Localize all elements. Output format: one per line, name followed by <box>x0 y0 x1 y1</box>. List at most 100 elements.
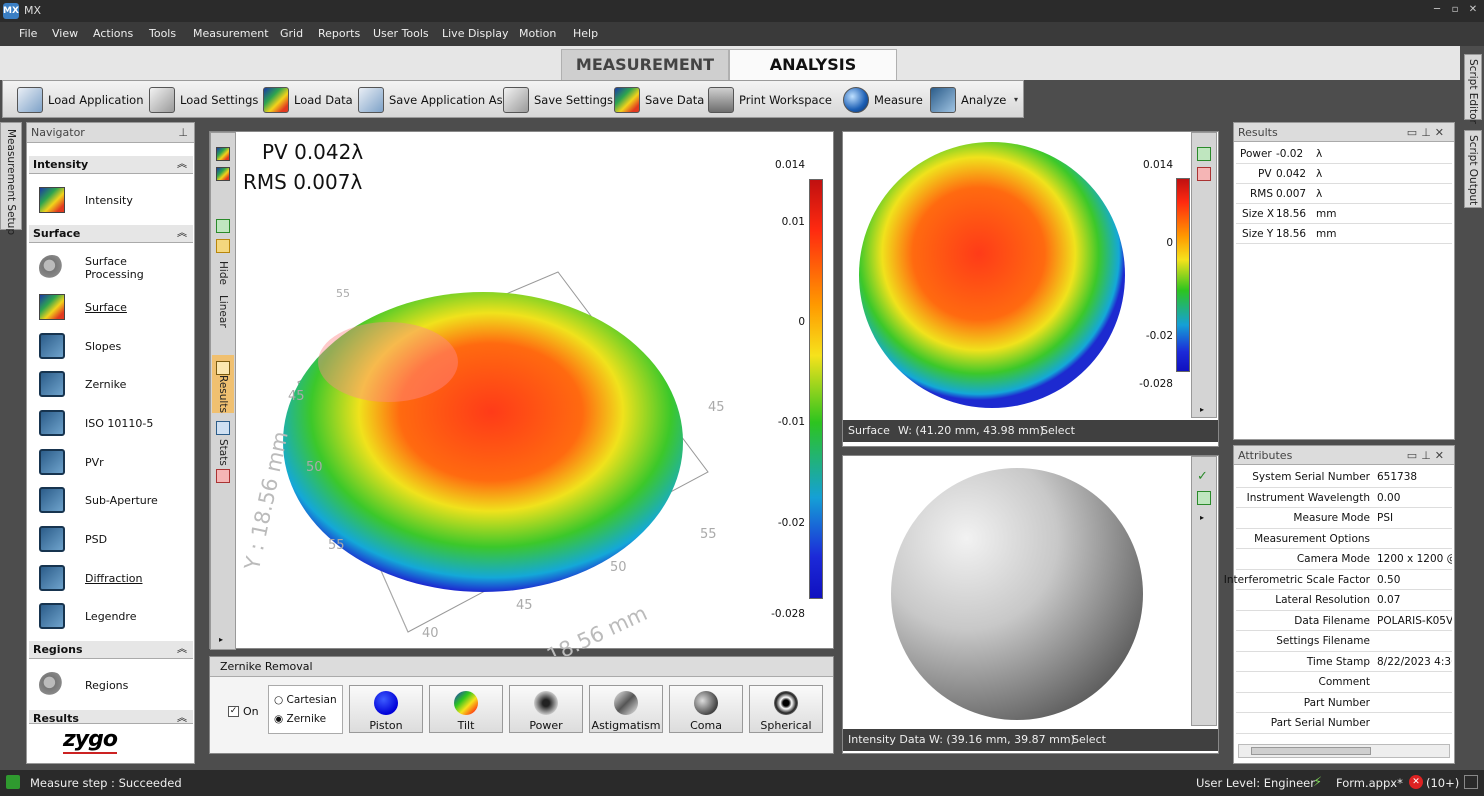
colorbar-tick: 0.01 <box>781 216 805 228</box>
menu-view[interactable]: View <box>52 27 78 40</box>
form-name[interactable]: Form.appx* <box>1336 776 1403 790</box>
y-tick-50: 50 <box>306 460 323 475</box>
script-editor-tab[interactable]: Script Editor <box>1464 54 1482 124</box>
menu-help[interactable]: Help <box>573 27 598 40</box>
save-data-button[interactable]: Save Data <box>614 86 704 114</box>
expand-icon[interactable]: ▸ <box>219 635 223 644</box>
nav-item-intensity[interactable]: Intensity <box>39 184 189 216</box>
nav-item-legendre[interactable]: Legendre <box>39 600 189 632</box>
attribute-row: Instrument Wavelength 0.00 <box>1236 488 1452 508</box>
fit-view-icon[interactable] <box>1197 147 1211 161</box>
linear-tab[interactable]: Linear <box>217 295 229 328</box>
panel-controls-icon[interactable]: ▭⊥✕ <box>1407 123 1448 142</box>
maximize-icon[interactable]: ▫ <box>1448 3 1462 17</box>
intensity-view[interactable]: ✓ ▸ Intensity Data W: (39.16 mm, 39.87 m… <box>842 455 1219 754</box>
nav-item-surface[interactable]: Surface <box>39 291 189 323</box>
collapse-icon[interactable]: ︽ <box>177 156 187 173</box>
menu-measurement[interactable]: Measurement <box>193 27 269 40</box>
menu-grid[interactable]: Grid <box>280 27 303 40</box>
nav-item-pvr[interactable]: PVr <box>39 446 189 478</box>
tilt-button[interactable]: Tilt <box>429 685 503 733</box>
nav-item-psd[interactable]: PSD <box>39 523 189 555</box>
measure-button[interactable]: Measure <box>843 86 923 114</box>
check-icon[interactable]: ✓ <box>1197 470 1211 485</box>
zernike-on-checkbox[interactable]: ✓ On <box>228 705 259 718</box>
fit-view-icon[interactable] <box>1197 491 1211 505</box>
load-application-button[interactable]: Load Application <box>17 86 144 114</box>
radio-cartesian[interactable]: ○ Cartesian <box>274 694 337 706</box>
tab-analysis[interactable]: ANALYSIS <box>729 49 897 80</box>
section-intensity[interactable]: Intensity ︽ <box>29 156 193 174</box>
toolbar-overflow-icon[interactable]: ▾ <box>1014 95 1018 104</box>
surface-3d-view[interactable]: Hide Linear Results Stats ▸ PV 0.042λ RM… <box>209 131 834 683</box>
save-application-as-button[interactable]: Save Application As <box>358 86 503 114</box>
x-tick-55: 55 <box>700 527 717 542</box>
nav-item-surface-processing[interactable]: Surface Processing <box>39 252 189 284</box>
tab-measurement[interactable]: MEASUREMENT <box>561 49 729 80</box>
menu-motion[interactable]: Motion <box>519 27 556 40</box>
gears-icon <box>39 672 65 698</box>
section-regions[interactable]: Regions ︽ <box>29 641 193 659</box>
mask-icon[interactable] <box>1197 167 1211 181</box>
nav-item-iso-10110-5[interactable]: ISO 10110-5 <box>39 407 189 439</box>
analysis-icon <box>39 487 65 513</box>
app-logo-icon: MX <box>3 3 19 19</box>
collapse-icon[interactable]: ︽ <box>177 641 187 658</box>
menu-user-tools[interactable]: User Tools <box>373 27 429 40</box>
save-icon[interactable] <box>216 167 230 181</box>
save-settings-button[interactable]: Save Settings <box>503 86 613 114</box>
chart-icon[interactable] <box>216 239 230 253</box>
spherical-button[interactable]: Spherical <box>749 685 823 733</box>
section-results[interactable]: Results ︽ <box>29 710 193 727</box>
load-icon[interactable] <box>216 147 230 161</box>
analyze-button[interactable]: Analyze <box>930 86 1006 114</box>
expand-icon[interactable]: ▸ <box>1200 513 1204 522</box>
piston-button[interactable]: Piston <box>349 685 423 733</box>
coma-button[interactable]: Coma <box>669 685 743 733</box>
hide-tab[interactable]: Hide <box>217 261 229 285</box>
attribute-row: Time Stamp8/22/2023 4:36: <box>1236 652 1452 672</box>
print-workspace-button[interactable]: Print Workspace <box>708 86 832 114</box>
astigmatism-button[interactable]: Astigmatism <box>589 685 663 733</box>
load-data-button[interactable]: Load Data <box>263 86 353 114</box>
collapse-icon[interactable]: ︽ <box>177 225 187 242</box>
menu-actions[interactable]: Actions <box>93 27 133 40</box>
error-count[interactable]: (10+) <box>1426 776 1459 790</box>
error-icon[interactable]: ✕ <box>1409 775 1423 789</box>
power-button[interactable]: Power <box>509 685 583 733</box>
fit-view-icon[interactable] <box>216 219 230 233</box>
expand-icon[interactable]: ▸ <box>1200 405 1204 414</box>
nav-item-regions[interactable]: Regions <box>39 669 189 701</box>
collapse-icon[interactable]: ︽ <box>177 710 187 727</box>
measurement-setup-tab[interactable]: Measurement Setup <box>0 122 22 235</box>
surface-2d-view[interactable]: 0.014 0 -0.02 -0.028 ▸ Surface W: (41.20… <box>842 131 1219 447</box>
menu-live-display[interactable]: Live Display <box>442 27 509 40</box>
radio-zernike[interactable]: ◉ Zernike <box>274 713 326 725</box>
nav-item-sub-aperture[interactable]: Sub-Aperture <box>39 484 189 516</box>
printer-icon <box>708 87 734 113</box>
nav-item-zernike[interactable]: Zernike <box>39 368 189 400</box>
menu-file[interactable]: File <box>19 27 37 40</box>
panel-controls-icon[interactable]: ▭⊥✕ <box>1407 446 1448 465</box>
menu-tools[interactable]: Tools <box>149 27 176 40</box>
close-icon[interactable]: ✕ <box>1466 3 1480 17</box>
load-settings-button[interactable]: Load Settings <box>149 86 258 114</box>
coma-icon <box>694 691 718 715</box>
pin-icon[interactable]: ⊥ <box>178 123 188 142</box>
section-surface[interactable]: Surface ︽ <box>29 225 193 243</box>
stats-icon[interactable] <box>216 421 230 435</box>
script-output-tab[interactable]: Script Output <box>1464 130 1482 208</box>
minimize-icon[interactable]: ─ <box>1430 3 1444 17</box>
stats-tab[interactable]: Stats <box>217 439 229 466</box>
rms-value: RMS 0.007λ <box>243 170 363 194</box>
nav-item-slopes[interactable]: Slopes <box>39 330 189 362</box>
report-icon[interactable] <box>216 469 230 483</box>
select-mode[interactable]: Select <box>1041 420 1075 441</box>
nav-item-diffraction[interactable]: Diffraction <box>39 562 189 594</box>
menu-reports[interactable]: Reports <box>318 27 360 40</box>
scrollbar-thumb[interactable] <box>1251 747 1371 755</box>
horizontal-scrollbar[interactable] <box>1238 744 1450 758</box>
colorbar-tick: -0.02 <box>1145 330 1173 342</box>
notification-icon[interactable] <box>1464 775 1478 789</box>
select-mode[interactable]: Select <box>1072 729 1106 750</box>
